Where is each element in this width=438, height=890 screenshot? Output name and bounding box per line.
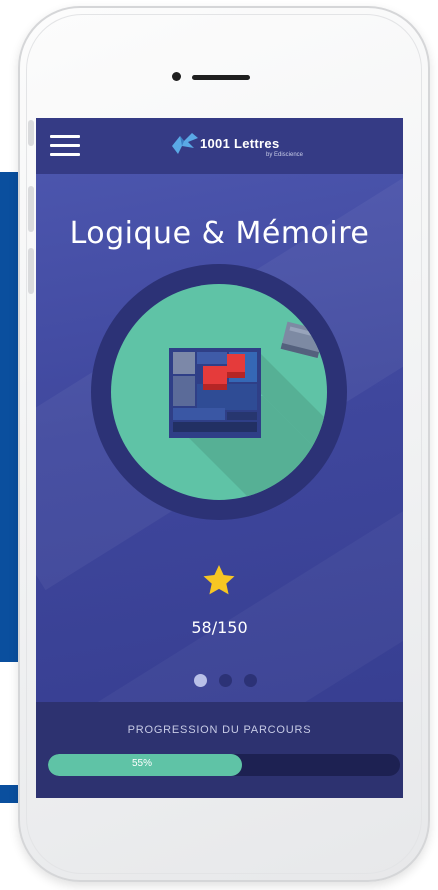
- star-icon: [203, 565, 235, 595]
- volume-up-button: [28, 186, 34, 232]
- home-button-area[interactable]: [170, 818, 270, 858]
- earpiece-speaker: [192, 75, 250, 80]
- front-camera: [172, 72, 181, 81]
- bird-logo-icon: [172, 133, 198, 154]
- app-header: 1001 Lettres by Ediscience: [36, 118, 403, 174]
- logo-subtitle: by Ediscience: [266, 152, 304, 158]
- stage: 1001 Lettres by Ediscience Logique & Mém…: [0, 0, 438, 890]
- logo-text: 1001 Lettres: [200, 136, 280, 151]
- mute-switch: [28, 120, 34, 146]
- category-medal[interactable]: [111, 284, 327, 500]
- page-dot-2[interactable]: [219, 674, 232, 687]
- puzzle-blocks-icon: [169, 321, 327, 500]
- score-counter: 58/150: [191, 618, 248, 637]
- hamburger-menu-icon[interactable]: [50, 132, 80, 160]
- progress-label: PROGRESSION DU PARCOURS: [127, 724, 312, 736]
- progress-percent: 55%: [132, 758, 153, 769]
- app-logo: 1001 Lettres by Ediscience: [170, 130, 310, 164]
- page-title: Logique & Mémoire: [69, 216, 370, 251]
- volume-down-button: [28, 248, 34, 294]
- progress-bar: 55%: [48, 754, 400, 776]
- progress-footer: PROGRESSION DU PARCOURS 55%: [36, 702, 403, 798]
- page-indicator: [194, 674, 264, 688]
- app-screen: 1001 Lettres by Ediscience Logique & Mém…: [36, 118, 403, 798]
- page-dot-1[interactable]: [194, 674, 207, 687]
- page-dot-3[interactable]: [244, 674, 257, 687]
